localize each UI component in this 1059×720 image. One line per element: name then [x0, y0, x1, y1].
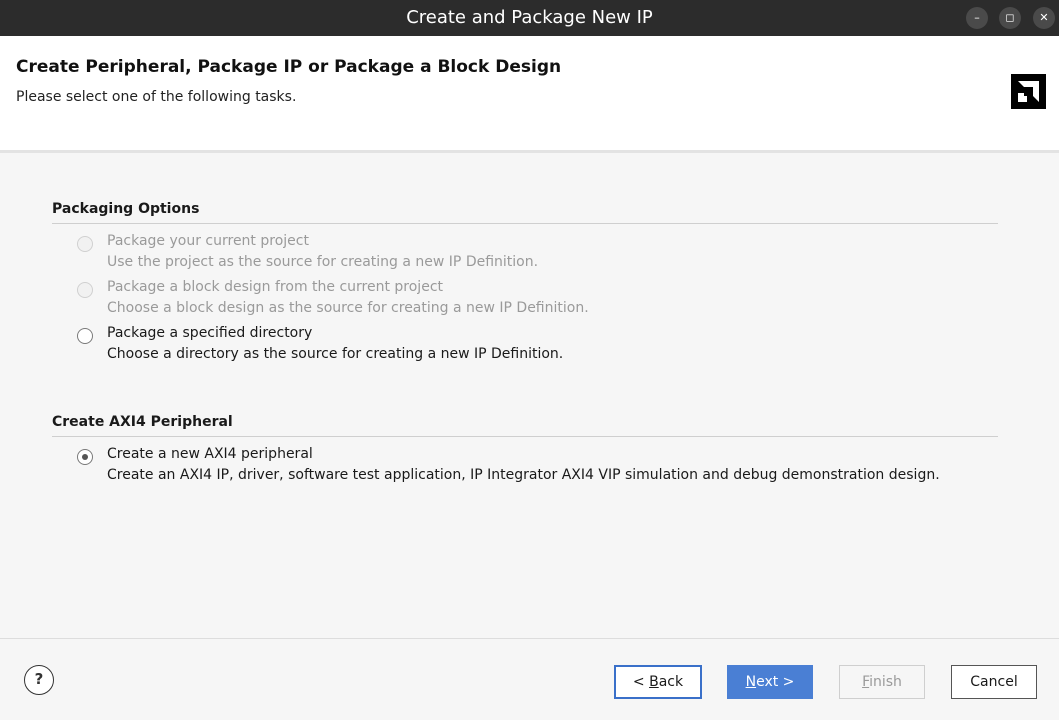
- maximize-button[interactable]: ◻: [999, 7, 1021, 29]
- option-description: Create an AXI4 IP, driver, software test…: [107, 467, 940, 483]
- radio-package-current-project[interactable]: [77, 236, 93, 252]
- option-create-axi4-peripheral[interactable]: Create a new AXI4 peripheral Create an A…: [77, 446, 1037, 488]
- back-prefix: <: [632, 674, 650, 690]
- back-mnemonic: B: [649, 674, 659, 690]
- radio-package-specified-directory[interactable]: [77, 328, 93, 344]
- window-title: Create and Package New IP: [406, 7, 653, 28]
- option-label: Package a block design from the current …: [107, 279, 443, 295]
- section-divider: [52, 436, 998, 437]
- option-package-current-project[interactable]: Package your current project Use the pro…: [77, 233, 1037, 275]
- maximize-icon: ◻: [1005, 11, 1015, 24]
- option-package-block-design[interactable]: Package a block design from the current …: [77, 279, 1037, 321]
- option-label: Create a new AXI4 peripheral: [107, 446, 313, 462]
- section-title-packaging-options: Packaging Options: [52, 201, 200, 217]
- help-button[interactable]: ?: [24, 665, 54, 695]
- finish-label-rest: inish: [869, 674, 902, 690]
- finish-button[interactable]: Finish: [839, 665, 925, 699]
- option-description: Choose a block design as the source for …: [107, 300, 589, 316]
- footer-divider: [0, 638, 1059, 639]
- close-button[interactable]: ✕: [1033, 7, 1055, 29]
- next-mnemonic: N: [745, 674, 757, 690]
- close-icon: ✕: [1039, 11, 1049, 24]
- minimize-icon: –: [974, 11, 980, 24]
- section-divider: [52, 223, 998, 224]
- section-title-create-axi4-peripheral: Create AXI4 Peripheral: [52, 414, 233, 430]
- option-label: Package a specified directory: [107, 325, 313, 341]
- back-label-rest: ack: [658, 674, 684, 690]
- amd-logo: [1011, 74, 1046, 109]
- minimize-button[interactable]: –: [966, 7, 988, 29]
- wizard-header: Create Peripheral, Package IP or Package…: [0, 36, 1059, 153]
- window-titlebar: Create and Package New IP – ◻ ✕: [0, 0, 1059, 36]
- option-description: Use the project as the source for creati…: [107, 254, 539, 270]
- radio-selected-dot: [81, 453, 88, 460]
- radio-package-block-design[interactable]: [77, 282, 93, 298]
- help-icon: ?: [34, 670, 44, 688]
- next-button[interactable]: Next >: [727, 665, 813, 699]
- option-description: Choose a directory as the source for cre…: [107, 346, 564, 362]
- cancel-button[interactable]: Cancel: [951, 665, 1037, 699]
- page-subtitle: Please select one of the following tasks…: [16, 89, 297, 105]
- back-button[interactable]: < Back: [614, 665, 702, 699]
- option-label: Package your current project: [107, 233, 309, 249]
- radio-create-axi4-peripheral[interactable]: [77, 449, 93, 465]
- page-title: Create Peripheral, Package IP or Package…: [16, 57, 562, 77]
- next-label-rest: ext >: [756, 674, 795, 690]
- option-package-specified-directory[interactable]: Package a specified directory Choose a d…: [77, 325, 1037, 367]
